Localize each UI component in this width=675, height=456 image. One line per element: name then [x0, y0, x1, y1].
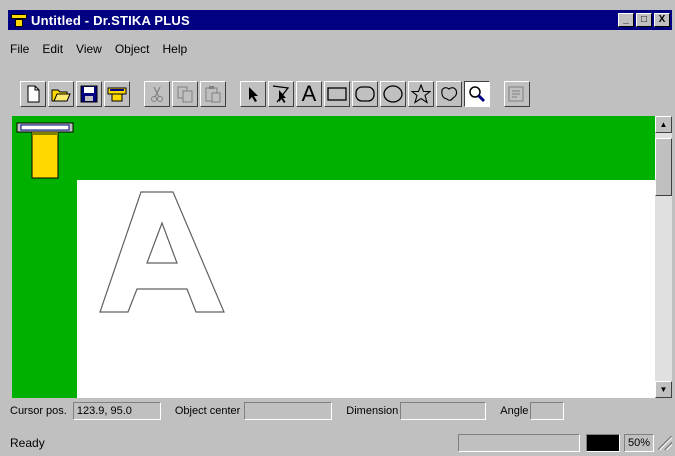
cut-icon[interactable]: [144, 81, 170, 107]
cursor-pos-value: 123.9, 95.0: [72, 402, 161, 420]
ellipse-tool-icon[interactable]: [380, 81, 406, 107]
status-bar: Ready 50%: [8, 432, 672, 454]
zoom-tool-icon[interactable]: [464, 81, 490, 107]
maximize-button[interactable]: □: [636, 13, 652, 27]
current-color-swatch[interactable]: [586, 434, 620, 452]
app-window: Untitled - Dr.STIKA PLUS _ □ X File Edit…: [0, 0, 675, 456]
plotter-machine-icon: [16, 122, 74, 179]
minimize-button[interactable]: _: [618, 13, 634, 27]
copy-icon[interactable]: [172, 81, 198, 107]
dimension-label: Dimension: [346, 405, 399, 417]
rectangle-tool-icon[interactable]: [324, 81, 350, 107]
scroll-up-arrow-icon[interactable]: ▲: [655, 116, 672, 133]
menu-bar: File Edit View Object Help: [10, 39, 187, 59]
text-tool-icon[interactable]: A: [296, 81, 322, 107]
top-ruler: [12, 116, 655, 180]
info-bar: Cursor pos. 123.9, 95.0 Object center Di…: [8, 400, 672, 422]
toolbar: A: [10, 72, 674, 116]
paste-icon[interactable]: [200, 81, 226, 107]
close-button[interactable]: X: [654, 13, 670, 27]
menu-file[interactable]: File: [10, 42, 29, 56]
menu-view[interactable]: View: [76, 42, 102, 56]
angle-label: Angle: [500, 405, 529, 417]
status-ready-text: Ready: [10, 436, 45, 450]
drawing-canvas[interactable]: [12, 116, 655, 398]
dimension-value: [400, 402, 487, 420]
rounded-rectangle-tool-icon[interactable]: [352, 81, 378, 107]
properties-icon[interactable]: [504, 81, 530, 107]
plotter-app-icon[interactable]: [11, 12, 27, 28]
open-folder-icon[interactable]: [48, 81, 74, 107]
scroll-thumb[interactable]: [655, 138, 672, 196]
zoom-level: 50%: [624, 434, 654, 452]
menu-edit[interactable]: Edit: [42, 42, 63, 56]
freeform-shape-tool-icon[interactable]: [436, 81, 462, 107]
node-edit-icon[interactable]: [268, 81, 294, 107]
object-center-label: Object center: [174, 405, 241, 417]
menu-object[interactable]: Object: [115, 42, 150, 56]
select-arrow-icon[interactable]: [240, 81, 266, 107]
angle-value: [530, 402, 565, 420]
star-tool-icon[interactable]: [408, 81, 434, 107]
vertical-scrollbar[interactable]: ▲ ▼: [655, 116, 672, 398]
save-disk-icon[interactable]: [76, 81, 102, 107]
plotter-output-icon[interactable]: [104, 81, 130, 107]
window-title: Untitled - Dr.STIKA PLUS: [31, 12, 190, 28]
cursor-pos-label: Cursor pos.: [10, 405, 67, 417]
progress-field: [458, 434, 580, 452]
letter-a-outline-object[interactable]: [97, 188, 227, 318]
menu-help[interactable]: Help: [163, 42, 188, 56]
object-center-value: [244, 402, 333, 420]
scroll-down-arrow-icon[interactable]: ▼: [655, 381, 672, 398]
new-file-icon[interactable]: [20, 81, 46, 107]
text-tool-glyph: A: [301, 81, 317, 106]
title-bar[interactable]: Untitled - Dr.STIKA PLUS _ □ X: [8, 10, 672, 30]
resize-grip-icon[interactable]: [658, 436, 672, 450]
